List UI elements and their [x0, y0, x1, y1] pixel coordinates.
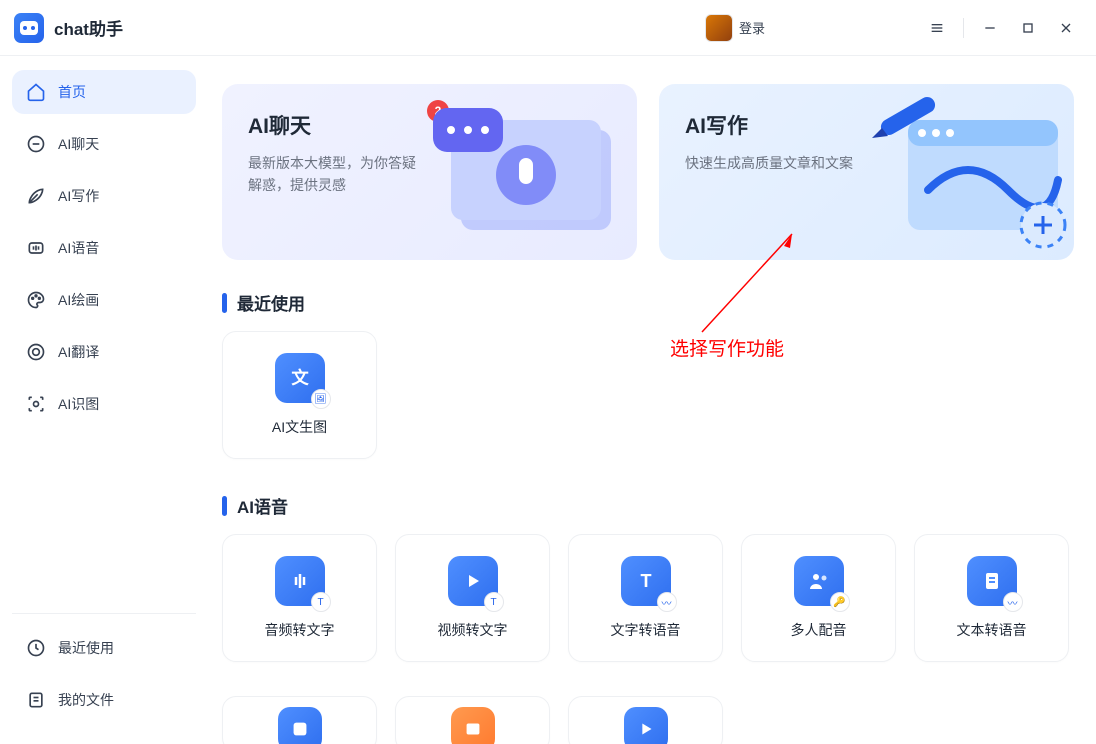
- tool-card-tts[interactable]: 〰 文本转语音: [914, 534, 1069, 662]
- minimize-button[interactable]: [974, 12, 1006, 44]
- sidebar-item-label: AI翻译: [58, 342, 99, 362]
- app-title: chat助手: [54, 15, 123, 40]
- text-icon: T 〰: [621, 556, 671, 606]
- sidebar-item-label: AI写作: [58, 186, 99, 206]
- tool-icon: [278, 707, 322, 744]
- main-content: AI聊天 最新版本大模型，为你答疑解惑，提供灵感 2 AI写作 快速生成高质量文…: [208, 56, 1096, 744]
- palette-icon: [26, 290, 46, 310]
- tool-icon: [451, 707, 495, 744]
- tool-card-video2text[interactable]: T 视频转文字: [395, 534, 550, 662]
- mic-sub-icon: 🔑: [830, 592, 850, 612]
- people-icon: 🔑: [794, 556, 844, 606]
- sidebar-item-voice[interactable]: AI语音: [12, 226, 196, 270]
- sidebar-item-label: 最近使用: [58, 638, 114, 658]
- doc-icon: 〰: [967, 556, 1017, 606]
- wave-sub-icon: 〰: [1003, 592, 1023, 612]
- audio-icon: T: [275, 556, 325, 606]
- titlebar: chat助手 登录: [0, 0, 1096, 56]
- tool-label: 文本转语音: [957, 620, 1027, 640]
- sidebar-item-label: AI聊天: [58, 134, 99, 154]
- sidebar-item-home[interactable]: 首页: [12, 70, 196, 114]
- sidebar-item-write[interactable]: AI写作: [12, 174, 196, 218]
- sidebar-item-translate[interactable]: AI翻译: [12, 330, 196, 374]
- sidebar-item-vision[interactable]: AI识图: [12, 382, 196, 426]
- wave-sub-icon: 〰: [657, 592, 677, 612]
- tool-label: 音频转文字: [265, 620, 335, 640]
- tool-label: 视频转文字: [438, 620, 508, 640]
- section-header-voice: AI语音: [222, 493, 1074, 518]
- login-button[interactable]: 登录: [739, 18, 765, 37]
- tool-label: AI文生图: [272, 417, 327, 437]
- hero-card-chat[interactable]: AI聊天 最新版本大模型，为你答疑解惑，提供灵感 2: [222, 84, 637, 260]
- menu-button[interactable]: [921, 12, 953, 44]
- tool-label: 文字转语音: [611, 620, 681, 640]
- scan-icon: [26, 394, 46, 414]
- tool-card-partial[interactable]: [568, 696, 723, 744]
- home-icon: [26, 82, 46, 102]
- svg-text:文: 文: [291, 367, 309, 387]
- tool-card-audio2text[interactable]: T 音频转文字: [222, 534, 377, 662]
- tool-label: 多人配音: [791, 620, 847, 640]
- section-header-recent: 最近使用: [222, 290, 1074, 315]
- sidebar-item-label: 我的文件: [58, 690, 114, 710]
- history-icon: [26, 638, 46, 658]
- svg-text:T: T: [640, 571, 651, 591]
- write-illustration-icon: [858, 90, 1068, 254]
- video-icon: T: [448, 556, 498, 606]
- maximize-button[interactable]: [1012, 12, 1044, 44]
- annotation-arrow-icon: [692, 232, 802, 342]
- tool-card-partial[interactable]: [395, 696, 550, 744]
- text-sub-icon: T: [484, 592, 504, 612]
- sidebar: 首页 AI聊天 AI写作 AI语音 AI绘画 AI翻译 AI识图: [0, 56, 208, 744]
- translate-icon: [26, 342, 46, 362]
- tool-icon: [624, 707, 668, 744]
- file-icon: [26, 690, 46, 710]
- section-title: 最近使用: [237, 290, 305, 315]
- sidebar-item-chat[interactable]: AI聊天: [12, 122, 196, 166]
- sidebar-item-label: AI绘画: [58, 290, 99, 310]
- chat-illustration-icon: [421, 90, 631, 254]
- sidebar-item-label: 首页: [58, 82, 86, 102]
- sidebar-item-label: AI识图: [58, 394, 99, 414]
- close-button[interactable]: [1050, 12, 1082, 44]
- text2img-icon: 文 🖼: [275, 353, 325, 403]
- hero-desc: 最新版本大模型，为你答疑解惑，提供灵感: [248, 152, 428, 197]
- voice-icon: [26, 238, 46, 258]
- accent-bar-icon: [222, 293, 227, 313]
- app-logo-icon: [14, 13, 44, 43]
- sidebar-item-recent[interactable]: 最近使用: [12, 626, 196, 670]
- avatar[interactable]: [705, 14, 733, 42]
- section-title: AI语音: [237, 493, 288, 518]
- accent-bar-icon: [222, 496, 227, 516]
- chat-icon: [26, 134, 46, 154]
- tool-card-text2img[interactable]: 文 🖼 AI文生图: [222, 331, 377, 459]
- tool-card-text2voice[interactable]: T 〰 文字转语音: [568, 534, 723, 662]
- image-sub-icon: 🖼: [311, 389, 331, 409]
- sidebar-item-label: AI语音: [58, 238, 99, 258]
- hero-desc: 快速生成高质量文章和文案: [685, 152, 865, 174]
- sidebar-item-files[interactable]: 我的文件: [12, 678, 196, 722]
- sidebar-item-paint[interactable]: AI绘画: [12, 278, 196, 322]
- feather-icon: [26, 186, 46, 206]
- tool-card-multivoice[interactable]: 🔑 多人配音: [741, 534, 896, 662]
- tool-card-partial[interactable]: [222, 696, 377, 744]
- text-sub-icon: T: [311, 592, 331, 612]
